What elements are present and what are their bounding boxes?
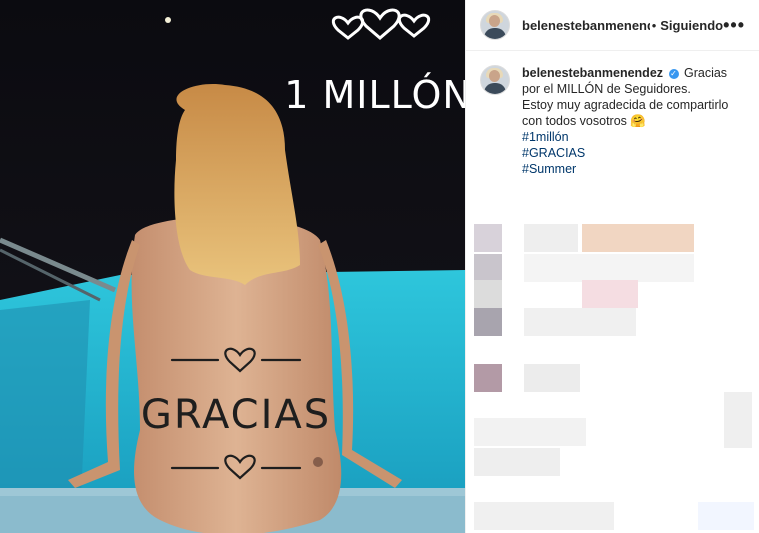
caption-line-3: Estoy muy agradecida de compartirlo xyxy=(522,98,729,112)
post-caption: belenestebanmenendez ✓ Gracias por el MI… xyxy=(466,51,759,177)
post-header: belenestebanmenendez • Siguiendo ••• xyxy=(466,0,759,51)
image-caption-million: 1 MILLÓN xyxy=(284,73,465,117)
avatar[interactable] xyxy=(480,10,510,40)
caption-line-4: con todos vosotros 🤗 xyxy=(522,114,646,128)
post-sidebar: belenestebanmenendez • Siguiendo ••• bel… xyxy=(465,0,759,533)
hashtag-link[interactable]: #Summer xyxy=(522,161,737,177)
caption-line-2: por el MILLÓN de Seguidores. xyxy=(522,82,691,96)
instagram-post: 1 MILLÓN GRACIAS belenestebanmenendez • … xyxy=(0,0,759,533)
caption-username[interactable]: belenestebanmenendez xyxy=(522,66,663,80)
verified-badge-icon: ✓ xyxy=(668,69,679,79)
post-image[interactable]: 1 MILLÓN GRACIAS xyxy=(0,0,465,533)
more-options-icon[interactable]: ••• xyxy=(723,15,745,36)
caption-line-1: Gracias xyxy=(683,66,728,80)
caption-avatar[interactable] xyxy=(480,65,510,95)
following-button[interactable]: Siguiendo xyxy=(660,18,723,33)
caption-text: belenestebanmenendez ✓ Gracias por el MI… xyxy=(522,65,737,177)
blurred-comments-area xyxy=(466,200,759,533)
header-username[interactable]: belenestebanmenendez xyxy=(522,18,650,33)
hashtag-link[interactable]: #1millón xyxy=(522,129,737,145)
post-photo: 1 MILLÓN GRACIAS xyxy=(0,0,465,533)
separator-dot: • xyxy=(651,17,657,33)
hashtag-link[interactable]: #GRACIAS xyxy=(522,145,737,161)
image-caption-gracias: GRACIAS xyxy=(141,392,331,438)
